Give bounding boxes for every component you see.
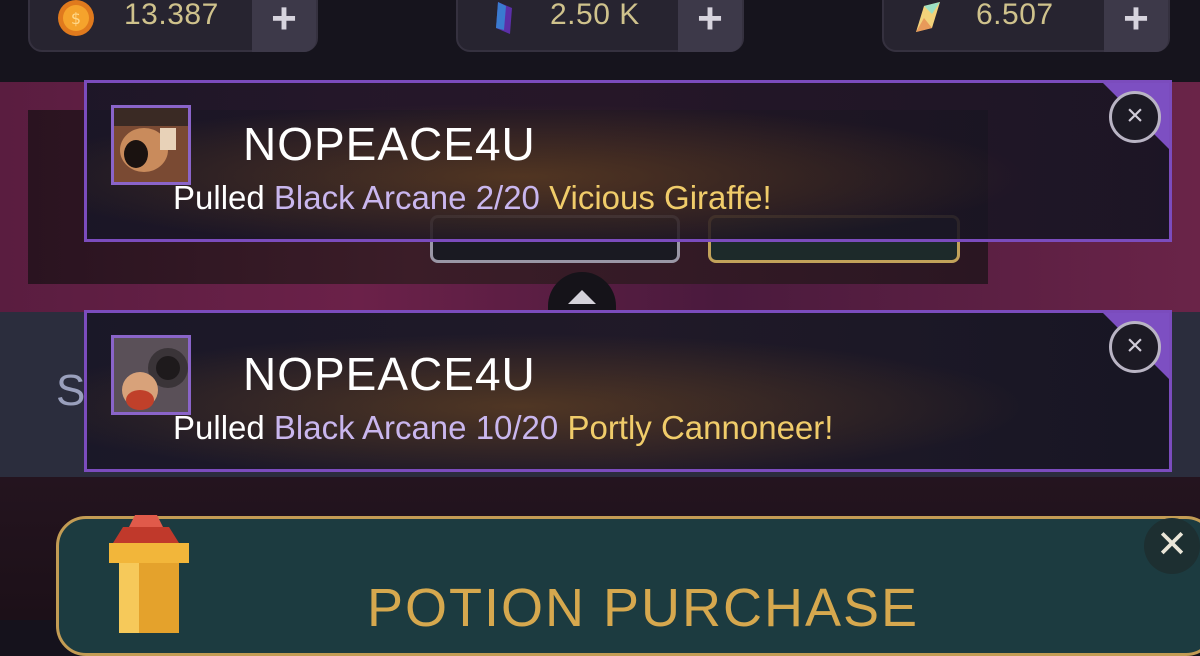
add-gem-button[interactable]: + [678, 0, 742, 52]
gem-amount: 2.50 K [550, 0, 640, 31]
add-gold-button[interactable]: + [252, 0, 316, 52]
hero-name: Portly Cannoneer! [567, 409, 834, 446]
gold-amount: 13.387 [124, 0, 219, 31]
level-label: 10/20 [475, 409, 559, 446]
gold-currency: $ 13.387 + [28, 0, 318, 52]
player-name: NOPEACE4U [243, 348, 536, 400]
level-label: 2/20 [475, 179, 540, 216]
svg-text:$: $ [71, 9, 81, 28]
section-header-letter: S [56, 366, 86, 415]
pull-message: Pulled Black Arcane 10/20 Portly Cannone… [173, 409, 833, 447]
crystal-currency: 6.507 + [882, 0, 1170, 52]
potion-panel-title: POTION PURCHASE [367, 578, 920, 638]
currency-bar: $ 13.387 + 2.50 K + 6.507 + [0, 0, 1200, 82]
gem-currency: 2.50 K + [456, 0, 744, 52]
pull-notification[interactable]: NOPEACE4U Pulled Black Arcane 10/20 Port… [84, 310, 1172, 472]
potion-purchase-panel: POTION PURCHASE [56, 515, 1200, 656]
rarity-label: Black Arcane [273, 179, 467, 216]
pull-notification[interactable]: NOPEACE4U Pulled Black Arcane 2/20 Vicio… [84, 80, 1172, 242]
hero-name: Vicious Giraffe! [549, 179, 772, 216]
close-notification-button[interactable]: × [1109, 91, 1161, 143]
crystal-amount: 6.507 [976, 0, 1054, 31]
pull-prefix: Pulled [173, 179, 265, 216]
pull-message: Pulled Black Arcane 2/20 Vicious Giraffe… [173, 179, 772, 217]
potion-bottle-icon [109, 515, 189, 633]
crystal-shard-icon [916, 2, 940, 32]
giraffe-avatar-icon [111, 105, 191, 185]
cannoneer-avatar-icon [111, 335, 191, 415]
pull-prefix: Pulled [173, 409, 265, 446]
purple-gem-icon [496, 2, 512, 34]
player-name: NOPEACE4U [243, 118, 536, 170]
gold-coin-icon: $ [58, 0, 94, 36]
close-notification-button[interactable]: × [1109, 321, 1161, 373]
close-potion-panel-button[interactable]: ✕ [1144, 518, 1200, 574]
add-crystal-button[interactable]: + [1104, 0, 1168, 52]
rarity-label: Black Arcane [273, 409, 467, 446]
